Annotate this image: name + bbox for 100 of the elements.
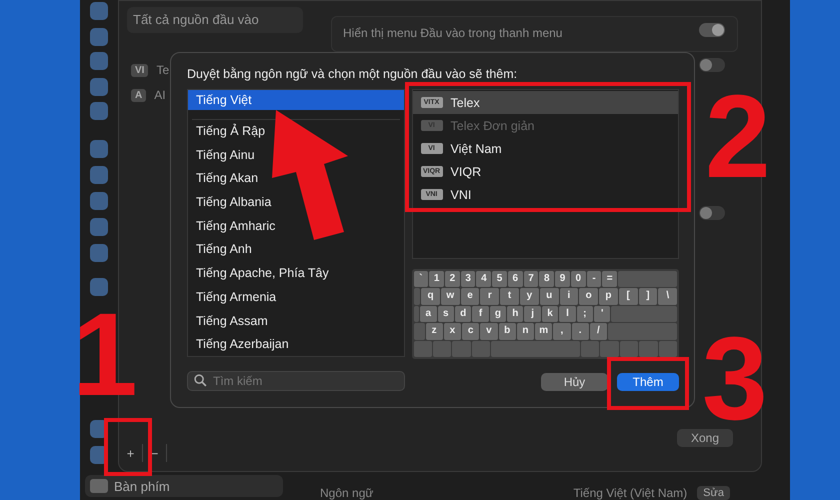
keyboard-key: w <box>440 288 460 305</box>
source-label: AI <box>154 88 166 102</box>
source-label: Te <box>156 63 170 77</box>
keyboard-key: h <box>507 306 524 322</box>
keyboard-key: g <box>490 306 506 322</box>
keyboard-key: ` <box>414 271 428 288</box>
blank-key <box>452 340 471 358</box>
keyboard-key: b <box>498 323 516 340</box>
sidebar-item[interactable]: Bàn phím <box>85 475 283 497</box>
keyboard-key: q <box>421 288 440 305</box>
keyboard-key: 9 <box>555 271 570 288</box>
blank-key <box>600 340 619 358</box>
language-value: Tiếng Việt (Việt Nam) <box>573 486 688 500</box>
toggle-switch[interactable] <box>699 23 725 37</box>
app-icon[interactable] <box>90 102 108 120</box>
language-item[interactable]: Tiếng Ainu <box>188 144 404 168</box>
keyboard-key: ; <box>576 306 594 322</box>
language-item[interactable]: Tiếng Albania <box>188 191 404 215</box>
app-icon[interactable] <box>90 192 108 210</box>
keyboard-key: 0 <box>570 271 586 288</box>
language-item[interactable]: Tiếng Apache, Phía Tây <box>188 262 404 286</box>
keyboard-key: 8 <box>539 271 554 288</box>
keyboard-key: k <box>542 306 558 322</box>
app-icon[interactable] <box>90 28 108 46</box>
blank-key <box>658 340 678 358</box>
source-badge: VI <box>131 64 148 76</box>
keyboard-key: , <box>553 323 571 340</box>
blank-key <box>611 306 677 322</box>
add-button[interactable]: + <box>119 444 143 462</box>
keyboard-key: n <box>516 323 534 340</box>
language-item[interactable]: Tiếng Việt <box>188 90 404 110</box>
blank-key <box>608 323 678 340</box>
language-item[interactable]: Tiếng Assam <box>188 310 404 334</box>
app-icon[interactable] <box>90 166 108 184</box>
keyboard-key: 5 <box>492 271 507 288</box>
keyboard-key: p <box>599 288 618 305</box>
search-field[interactable]: Tìm kiếm <box>187 371 405 391</box>
keyboard-key: = <box>602 271 618 288</box>
keyboard-key: d <box>454 306 472 322</box>
setting-label: Hiển thị menu Đầu vào trong thanh menu <box>343 26 562 40</box>
blank-key <box>472 340 490 358</box>
app-icon[interactable] <box>90 218 108 236</box>
source-badge: A <box>131 88 146 102</box>
edit-button[interactable]: Sửa <box>697 486 730 500</box>
language-item[interactable]: Tiếng Ả Rập <box>188 120 404 144</box>
keyboard-key: z <box>426 323 443 340</box>
keyboard-key: l <box>559 306 576 322</box>
app-icon[interactable] <box>90 78 108 96</box>
keyboard-key: ' <box>594 306 610 322</box>
keyboard-key: a <box>420 306 437 322</box>
keyboard-key: / <box>590 323 608 340</box>
keyboard-key: s <box>438 306 454 322</box>
language-label: Ngôn ngữ <box>320 486 374 500</box>
keyboard-key: \ <box>658 288 678 305</box>
keyboard-key: [ <box>618 288 638 305</box>
blank-key <box>618 271 678 288</box>
search-icon <box>194 374 207 387</box>
blank-key <box>414 340 432 358</box>
keyboard-key: y <box>520 288 539 305</box>
keyboard-icon <box>90 479 108 493</box>
keyboard-key: u <box>540 288 558 305</box>
keyboard-key: j <box>524 306 541 322</box>
keyboard-key: o <box>579 288 598 305</box>
keyboard-key: 4 <box>476 271 492 288</box>
keyboard-key: 3 <box>460 271 476 288</box>
keyboard-key: e <box>460 288 480 305</box>
keyboard-key: t <box>500 288 519 305</box>
keyboard-key: . <box>572 323 589 340</box>
keyboard-key: f <box>472 306 489 322</box>
app-icon[interactable] <box>90 244 108 262</box>
keyboard-key: c <box>462 323 480 340</box>
keyboard-key: 6 <box>508 271 523 288</box>
step-number: 2 <box>705 78 771 196</box>
keyboard-key: i <box>560 288 578 305</box>
highlight-frame <box>104 418 152 476</box>
toggle-switch[interactable] <box>699 206 725 220</box>
app-icon[interactable] <box>90 52 108 70</box>
language-item[interactable]: Tiếng Akan <box>188 167 404 192</box>
keyboard-key: v <box>480 323 498 340</box>
keyboard-key: r <box>480 288 500 305</box>
language-item[interactable]: Tiếng Azerbaijan <box>188 333 404 357</box>
keyboard-key: 7 <box>524 271 538 288</box>
blank-key <box>433 340 452 358</box>
language-item[interactable]: Tiếng Armenia <box>188 286 404 310</box>
app-icon[interactable] <box>90 2 108 20</box>
language-item[interactable]: Tiếng Amharic <box>188 214 404 238</box>
dialog-title: Duyệt bằng ngôn ngữ và chọn một nguồn đầu vào sẽ thêm: <box>187 67 518 83</box>
blank-key <box>639 340 658 358</box>
blank-key <box>414 323 425 340</box>
sources-header: Tất cả nguồn đầu vào <box>127 7 303 33</box>
language-item[interactable]: Tiếng Anh <box>188 238 404 262</box>
done-button[interactable]: Xong <box>677 429 733 447</box>
app-icon[interactable] <box>90 140 108 158</box>
blank-key <box>580 340 600 358</box>
blank-key <box>620 340 638 358</box>
toggle-switch[interactable] <box>699 58 725 72</box>
keyboard-key: m <box>535 323 552 340</box>
add-source-button[interactable]: Thêm <box>617 373 679 391</box>
cancel-button[interactable]: Hủy <box>541 373 608 391</box>
keyboard-key: x <box>444 323 462 340</box>
